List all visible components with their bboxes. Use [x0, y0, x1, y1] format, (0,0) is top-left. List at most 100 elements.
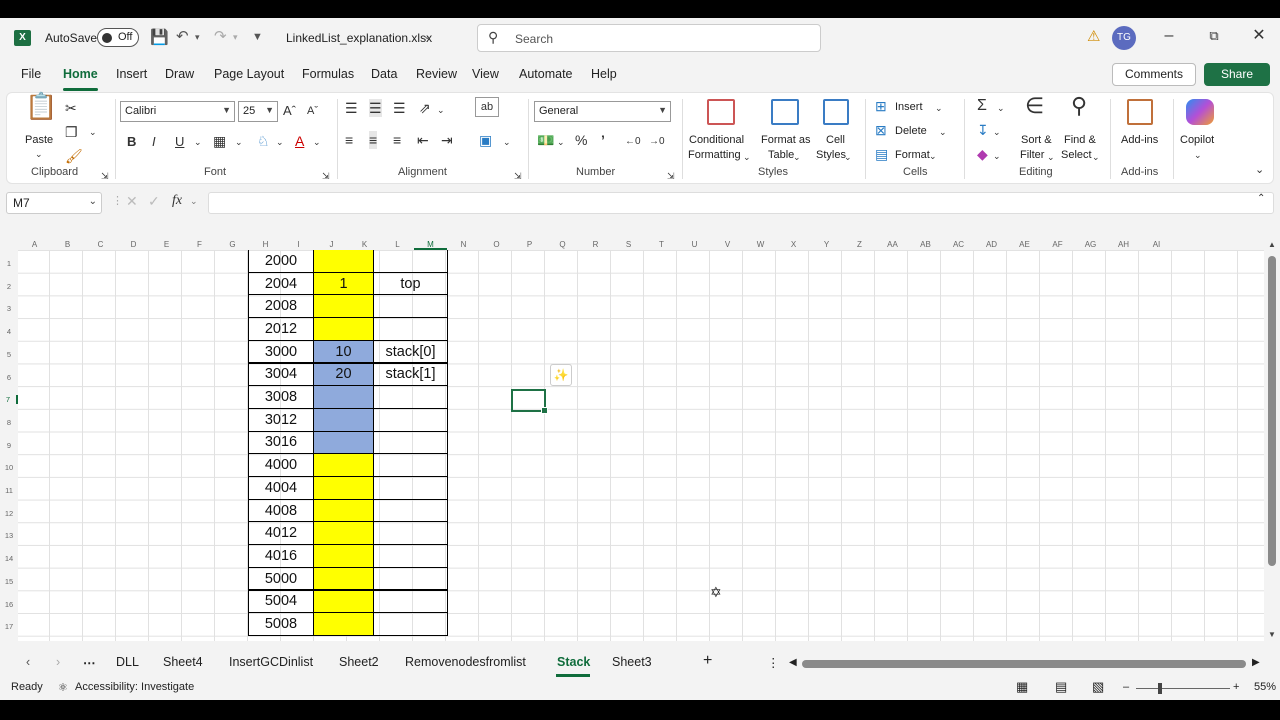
increase-font-icon[interactable]: Aˆ: [283, 102, 296, 120]
chevron-down-icon[interactable]: ⌄: [844, 148, 852, 166]
value-cell[interactable]: 10: [313, 339, 374, 364]
share-button[interactable]: Share: [1204, 63, 1270, 86]
normal-view-icon[interactable]: ▦: [1016, 679, 1028, 695]
scroll-right-icon[interactable]: ▶: [1252, 657, 1260, 668]
fill-icon[interactable]: ↧: [977, 121, 989, 139]
column-header[interactable]: AC: [942, 240, 975, 250]
search-box[interactable]: ⚲ Search: [477, 24, 821, 52]
font-color-dropdown-icon[interactable]: ⌄: [313, 133, 321, 151]
column-header[interactable]: X: [777, 240, 810, 250]
label-cell[interactable]: stack[1]: [373, 362, 448, 387]
font-color-icon[interactable]: A: [295, 132, 304, 150]
column-header[interactable]: R: [579, 240, 612, 250]
chevron-down-icon[interactable]: ⌄: [929, 147, 937, 165]
column-header[interactable]: B: [51, 240, 84, 250]
tab-review[interactable]: Review: [416, 67, 457, 81]
column-header[interactable]: Q: [546, 240, 579, 250]
label-cell[interactable]: [373, 566, 448, 591]
minimize-icon[interactable]: –: [1159, 26, 1179, 46]
page-layout-view-icon[interactable]: ▤: [1055, 679, 1067, 695]
column-header[interactable]: I: [282, 240, 315, 250]
address-cell[interactable]: 4016: [248, 544, 314, 568]
tab-help[interactable]: Help: [591, 67, 617, 81]
customize-toolbar-icon[interactable]: ▼: [252, 27, 263, 47]
worksheet-grid[interactable]: 2000 2004 1 top 2008 2012 3000 10 stack[0] 3004 20…: [18, 250, 1264, 641]
column-header[interactable]: AG: [1074, 240, 1107, 250]
address-cell[interactable]: 2000: [248, 250, 314, 273]
sheet-tab-stack[interactable]: Stack: [557, 655, 590, 669]
column-header[interactable]: N: [447, 240, 480, 250]
tab-formulas[interactable]: Formulas: [302, 67, 354, 81]
orientation-icon[interactable]: ⇗: [419, 99, 431, 117]
add-sheet-icon[interactable]: +: [703, 652, 712, 670]
chevron-down-icon[interactable]: ⌄: [1047, 148, 1055, 166]
label-cell[interactable]: [373, 589, 448, 614]
row-header[interactable]: 2: [0, 282, 18, 291]
column-header[interactable]: C: [84, 240, 117, 250]
top-align-icon[interactable]: ☰: [345, 99, 358, 117]
insert-cells-label[interactable]: Insert: [895, 100, 923, 114]
addins-icon[interactable]: [1127, 99, 1153, 125]
row-header[interactable]: 8: [0, 418, 18, 427]
column-header[interactable]: T: [645, 240, 678, 250]
column-header[interactable]: P: [513, 240, 546, 250]
percent-icon[interactable]: %: [575, 131, 587, 149]
tab-insert[interactable]: Insert: [116, 67, 147, 81]
bottom-align-icon[interactable]: ☰: [393, 99, 406, 117]
value-cell[interactable]: [313, 589, 374, 614]
row-header[interactable]: 5: [0, 350, 18, 359]
address-cell[interactable]: 3012: [248, 407, 314, 432]
autosum-icon[interactable]: Σ: [977, 97, 987, 115]
next-sheet-icon[interactable]: ›: [56, 655, 60, 669]
row-header[interactable]: 17: [0, 622, 18, 631]
insert-function-icon[interactable]: fx: [172, 192, 182, 210]
clear-icon[interactable]: ◆: [977, 145, 988, 163]
copy-icon[interactable]: ❐: [65, 123, 78, 141]
delete-cells-label[interactable]: Delete: [895, 124, 927, 138]
quick-analysis-icon[interactable]: ✨: [550, 364, 572, 386]
tab-page-layout[interactable]: Page Layout: [214, 67, 284, 81]
scroll-up-icon[interactable]: ▲: [1268, 240, 1276, 249]
format-painter-icon[interactable]: 🖌: [65, 147, 83, 165]
tab-draw[interactable]: Draw: [165, 67, 194, 81]
row-header[interactable]: 15: [0, 577, 18, 586]
address-cell[interactable]: 4012: [248, 521, 314, 546]
autosave-toggle[interactable]: Off: [97, 28, 139, 47]
insert-cells-icon[interactable]: ⊞: [875, 97, 887, 115]
value-cell[interactable]: [313, 612, 374, 636]
increase-indent-icon[interactable]: ⇥: [441, 131, 453, 149]
value-cell[interactable]: 20: [313, 362, 374, 387]
chevron-down-icon[interactable]: ⌄: [993, 123, 1001, 141]
find-select-icon[interactable]: ⚲: [1071, 95, 1087, 117]
redo-icon[interactable]: ↷: [214, 27, 227, 47]
paste-dropdown-icon[interactable]: ⌄: [35, 145, 43, 163]
align-right-icon[interactable]: ≡: [393, 131, 401, 149]
address-cell[interactable]: 2004: [248, 271, 314, 296]
tab-view[interactable]: View: [472, 67, 499, 81]
value-cell[interactable]: [313, 498, 374, 523]
column-header[interactable]: U: [678, 240, 711, 250]
accounting-format-icon[interactable]: 💵: [537, 131, 554, 149]
align-center-icon[interactable]: ≡: [369, 131, 378, 149]
column-header[interactable]: O: [480, 240, 513, 250]
tab-file[interactable]: File: [21, 67, 41, 81]
column-header[interactable]: J: [315, 240, 348, 250]
middle-align-icon[interactable]: ☰: [369, 99, 382, 117]
address-cell[interactable]: 2012: [248, 317, 314, 341]
cell-styles-label2[interactable]: Styles: [816, 148, 846, 162]
restore-icon[interactable]: ⧉: [1204, 26, 1224, 46]
tab-home[interactable]: Home: [63, 67, 98, 81]
label-cell[interactable]: [373, 250, 448, 273]
redo-dropdown-icon[interactable]: ▾: [233, 27, 238, 47]
column-header[interactable]: D: [117, 240, 150, 250]
label-cell[interactable]: [373, 453, 448, 477]
chevron-down-icon[interactable]: ⌄: [997, 99, 1005, 117]
value-cell[interactable]: [313, 476, 374, 500]
column-header[interactable]: AA: [876, 240, 909, 250]
wrap-text-icon[interactable]: ab: [475, 97, 499, 117]
cell-styles-label[interactable]: Cell: [826, 133, 845, 147]
chevron-down-icon[interactable]: ⌄: [939, 123, 947, 141]
value-cell[interactable]: [313, 250, 374, 273]
cut-icon[interactable]: ✂: [65, 99, 77, 117]
tab-automate[interactable]: Automate: [519, 67, 573, 81]
